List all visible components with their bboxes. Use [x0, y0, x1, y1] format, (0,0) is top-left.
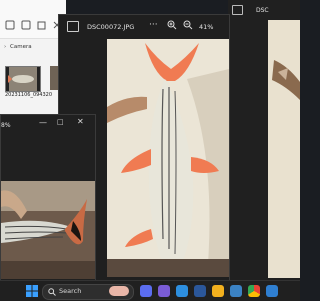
- file-thumbnail[interactable]: [5, 66, 41, 92]
- taskbar: Search: [0, 280, 300, 301]
- maximize-button[interactable]: □: [57, 118, 64, 126]
- viewer-title: DSC: [256, 7, 269, 14]
- search-icon: [48, 288, 56, 296]
- file-explorer-window: › Camera 20231106_094320: [0, 0, 66, 128]
- app-icon[interactable]: [194, 285, 206, 297]
- gallery-icon[interactable]: [232, 5, 243, 15]
- photo-image: [1, 181, 95, 279]
- zoom-level: 41%: [199, 23, 214, 31]
- viewer-title: DSC00072.JPG: [87, 23, 135, 31]
- gallery-icon[interactable]: [67, 21, 79, 32]
- breadcrumb[interactable]: Camera: [10, 44, 32, 50]
- windows-start-icon[interactable]: [26, 285, 38, 297]
- chrome-icon[interactable]: [248, 285, 260, 297]
- fish-thumbnail-image: [6, 67, 40, 91]
- chevron-right-icon: ›: [4, 44, 7, 50]
- more-options-icon[interactable]: ···: [149, 20, 158, 30]
- close-button[interactable]: ✕: [77, 117, 84, 126]
- search-box[interactable]: Search: [42, 284, 134, 300]
- fish-mount-photo: [107, 39, 229, 277]
- search-placeholder: Search: [59, 287, 82, 295]
- search-highlight-icon: [109, 286, 129, 296]
- edge-icon[interactable]: [176, 285, 188, 297]
- minimize-button[interactable]: —: [39, 118, 47, 127]
- viewer-titlebar: DSC00072.JPG ··· 41%: [59, 15, 229, 39]
- task-view-icon[interactable]: [140, 285, 152, 297]
- desktop: { "explorer": { "breadcrumb": "Camera", …: [0, 0, 300, 301]
- photo-image: [268, 20, 300, 278]
- file-explorer-icon[interactable]: [212, 285, 224, 297]
- file-name: 20231106_094320: [5, 92, 53, 98]
- photos-icon[interactable]: [266, 285, 278, 297]
- zoom-in-icon[interactable]: [167, 20, 177, 30]
- teams-icon[interactable]: [158, 285, 170, 297]
- photo-viewer-window-right: DSC: [228, 0, 300, 282]
- zoom-level: 8%: [1, 122, 11, 129]
- photo-viewer-window-left: 8% — □ ✕: [0, 114, 96, 282]
- zoom-out-icon[interactable]: [183, 20, 193, 30]
- explorer-toolbar: [0, 0, 66, 39]
- store-icon[interactable]: [230, 285, 242, 297]
- fish-mount-photo: [1, 181, 95, 279]
- explorer-toolbar-icons[interactable]: [4, 18, 64, 32]
- photo-image: [107, 39, 229, 277]
